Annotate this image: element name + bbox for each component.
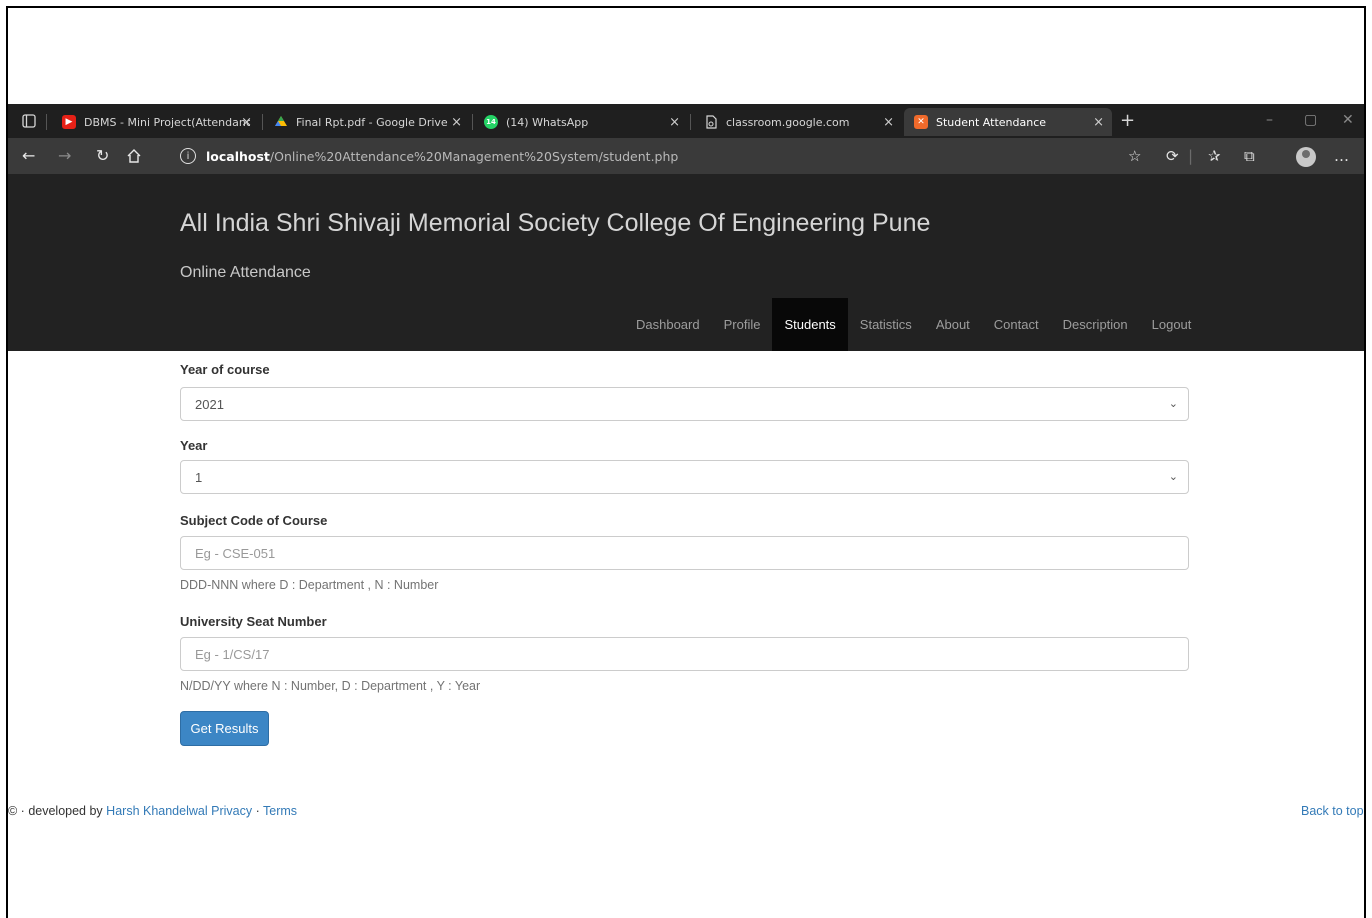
tab-student-attendance[interactable]: ✕ Student Attendance × <box>904 108 1112 136</box>
url-host: localhost <box>206 148 270 164</box>
youtube-icon: ▶ <box>62 115 76 129</box>
nav-profile[interactable]: Profile <box>712 298 773 351</box>
main-nav: Dashboard Profile Students Statistics Ab… <box>624 298 1203 351</box>
tab-label: (14) WhatsApp <box>506 115 589 129</box>
info-icon[interactable]: i <box>180 148 196 164</box>
maximize-icon[interactable]: ▢ <box>1304 112 1317 128</box>
tab-label: DBMS - Mini Project(Attendance <box>84 115 250 129</box>
close-icon[interactable]: × <box>241 115 252 130</box>
google-drive-icon <box>275 116 287 126</box>
year-of-course-select[interactable]: 2021 ⌄ <box>180 387 1189 421</box>
favorites-icon[interactable]: ✰ <box>1208 147 1221 165</box>
nav-description[interactable]: Description <box>1051 298 1140 351</box>
whatsapp-icon: 14 <box>484 115 498 129</box>
site-subtitle: Online Attendance <box>180 264 311 281</box>
favorite-star-icon[interactable]: ☆ <box>1128 147 1141 165</box>
get-results-button[interactable]: Get Results <box>180 711 269 746</box>
tab-dbms-mini-project[interactable]: ▶ DBMS - Mini Project(Attendance × <box>52 108 260 136</box>
browser-toolbar: ← → ↻ i localhost /Online%20Attendance%2… <box>8 138 1364 174</box>
new-tab-icon[interactable]: + <box>1120 110 1135 131</box>
footer-credits: © · developed by Harsh Khandelwal Privac… <box>8 804 297 818</box>
seat-number-input[interactable]: Eg - 1/CS/17 <box>180 637 1189 671</box>
seat-number-help: N/DD/YY where N : Number, D : Department… <box>180 679 481 693</box>
refresh-icon[interactable]: ↻ <box>96 146 109 165</box>
tab-actions-icon[interactable] <box>22 114 36 128</box>
year-label: Year <box>180 438 208 453</box>
forward-icon[interactable]: → <box>58 146 71 165</box>
tab-final-rpt[interactable]: Final Rpt.pdf - Google Drive × <box>264 108 470 136</box>
nav-contact[interactable]: Contact <box>982 298 1051 351</box>
profile-avatar-icon[interactable] <box>1296 147 1316 167</box>
terms-link[interactable]: Terms <box>263 804 297 818</box>
seat-number-placeholder: Eg - 1/CS/17 <box>195 646 270 662</box>
nav-logout[interactable]: Logout <box>1140 298 1204 351</box>
window-close-icon[interactable]: ✕ <box>1342 112 1354 128</box>
page-icon <box>706 115 717 129</box>
year-of-course-label: Year of course <box>180 362 270 377</box>
tab-classroom[interactable]: classroom.google.com × <box>694 108 902 136</box>
year-value: 1 <box>195 469 203 485</box>
close-icon[interactable]: × <box>883 115 894 130</box>
home-icon[interactable] <box>126 148 142 164</box>
address-bar[interactable]: i localhost /Online%20Attendance%20Manag… <box>172 142 1127 170</box>
back-icon[interactable]: ← <box>22 146 35 165</box>
site-title: All India Shri Shivaji Memorial Society … <box>180 209 931 237</box>
seat-number-label: University Seat Number <box>180 614 327 629</box>
close-icon[interactable]: × <box>451 115 462 130</box>
nav-dashboard[interactable]: Dashboard <box>624 298 712 351</box>
url-path: /Online%20Attendance%20Management%20Syst… <box>269 148 679 164</box>
extensions-icon[interactable]: ⟳ <box>1166 147 1179 165</box>
subject-code-label: Subject Code of Course <box>180 513 328 528</box>
nav-statistics[interactable]: Statistics <box>848 298 924 351</box>
more-menu-icon[interactable]: … <box>1334 147 1349 165</box>
back-to-top-link[interactable]: Back to top <box>1301 804 1364 818</box>
subject-code-input[interactable]: Eg - CSE-051 <box>180 536 1189 570</box>
tab-whatsapp[interactable]: 14 (14) WhatsApp × <box>474 108 688 136</box>
minimize-icon[interactable]: – <box>1266 112 1273 128</box>
xampp-icon: ✕ <box>914 115 928 129</box>
chevron-down-icon: ⌄ <box>1168 471 1178 483</box>
privacy-link[interactable]: Privacy <box>211 804 252 818</box>
author-link[interactable]: Harsh Khandelwal <box>106 804 207 818</box>
footer-prefix: © · developed by <box>8 804 103 818</box>
close-icon[interactable]: × <box>669 115 680 130</box>
nav-students[interactable]: Students <box>772 298 848 351</box>
collections-icon[interactable]: ⧉ <box>1244 147 1255 165</box>
year-select[interactable]: 1 ⌄ <box>180 460 1189 494</box>
year-of-course-value: 2021 <box>195 396 224 412</box>
subject-code-placeholder: Eg - CSE-051 <box>195 545 276 561</box>
footer-separator: · <box>255 804 260 818</box>
tab-label: Final Rpt.pdf - Google Drive <box>296 115 448 129</box>
site-header: All India Shri Shivaji Memorial Society … <box>8 174 1364 351</box>
toolbar-divider: | <box>1188 147 1194 165</box>
browser-tab-strip: ▶ DBMS - Mini Project(Attendance × Final… <box>8 104 1364 138</box>
chevron-down-icon: ⌄ <box>1168 398 1178 410</box>
close-icon[interactable]: × <box>1093 115 1104 130</box>
tab-label: classroom.google.com <box>726 115 850 129</box>
tab-label: Student Attendance <box>936 115 1047 129</box>
nav-about[interactable]: About <box>924 298 982 351</box>
subject-code-help: DDD-NNN where D : Department , N : Numbe… <box>180 578 439 592</box>
